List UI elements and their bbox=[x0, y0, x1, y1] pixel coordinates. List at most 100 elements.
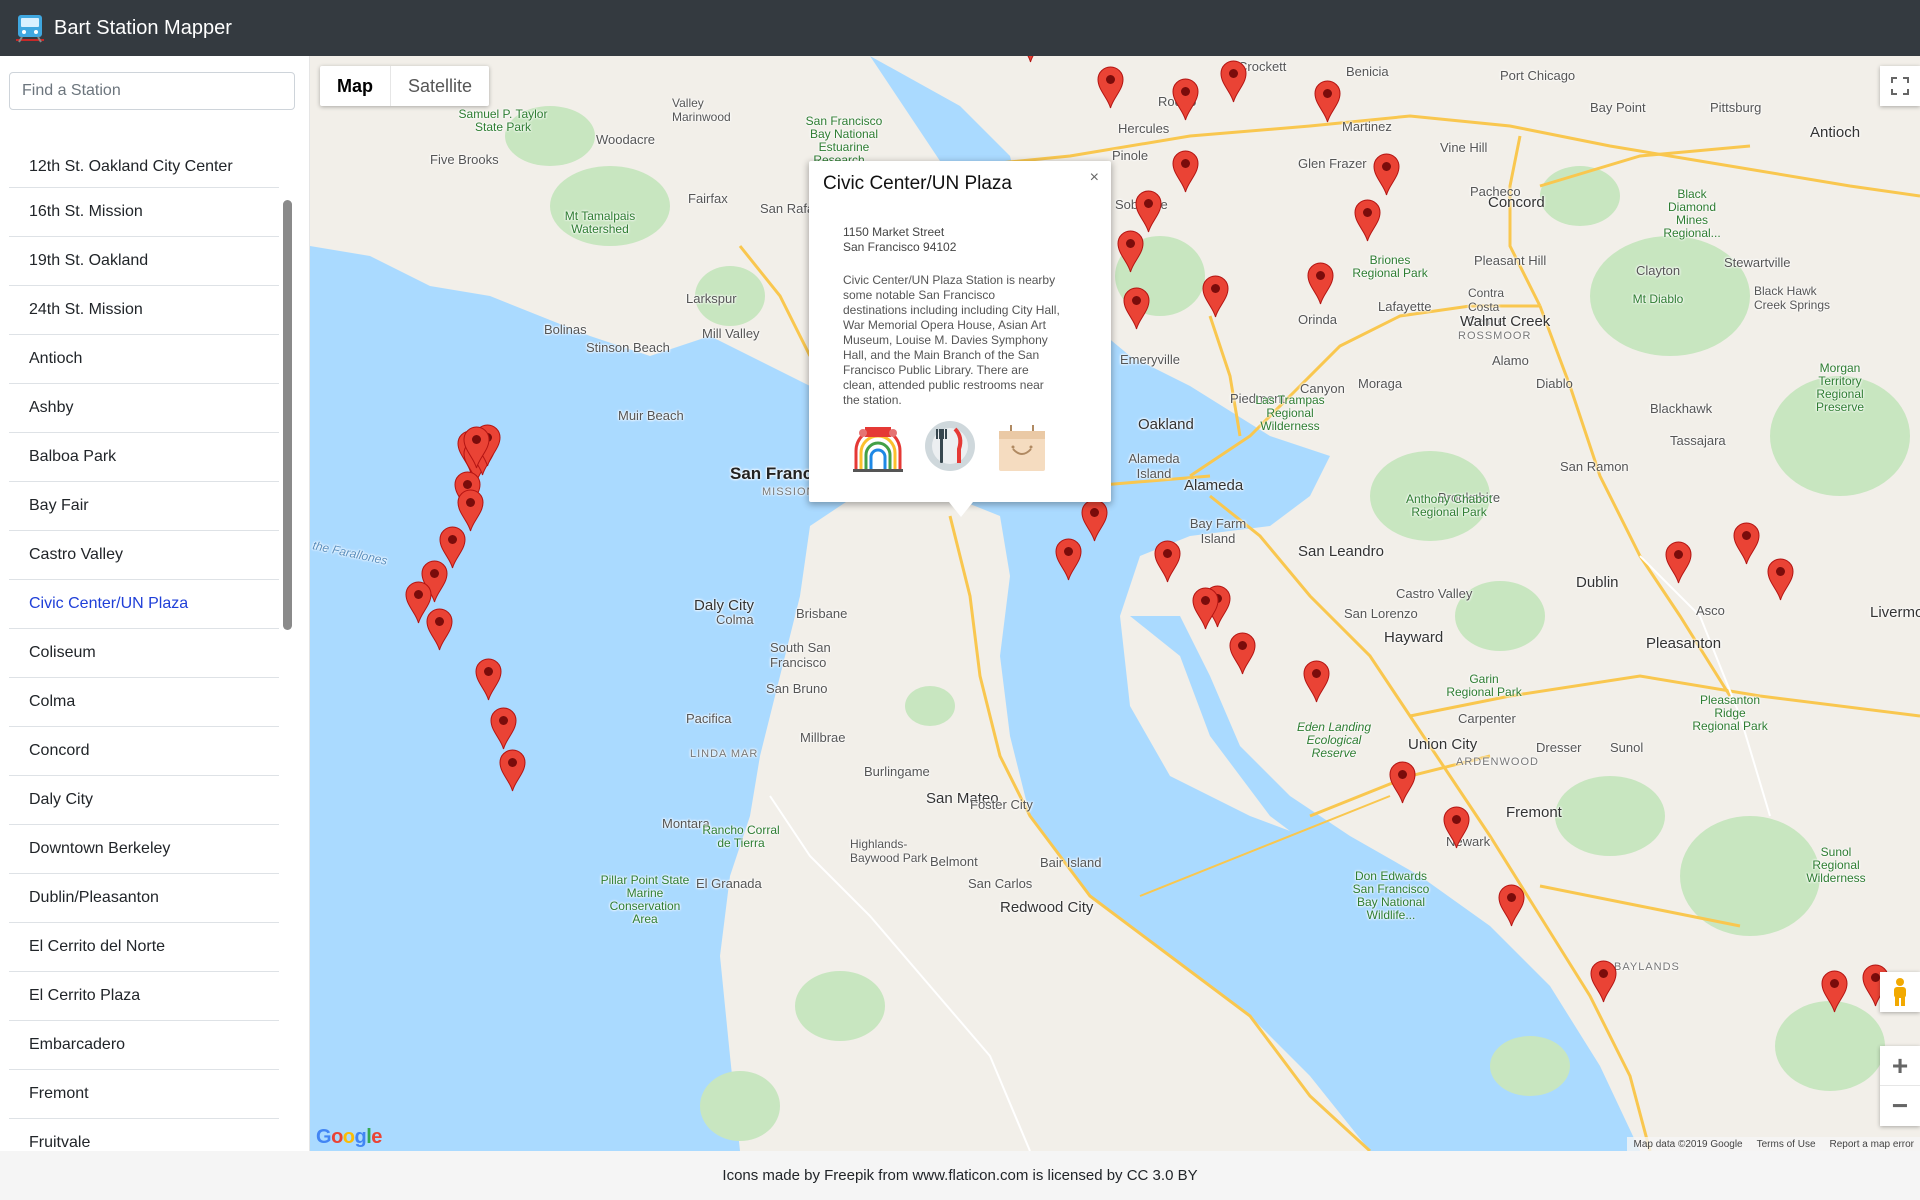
map-data-credit: Map data ©2019 Google bbox=[1633, 1138, 1743, 1150]
station-marker[interactable] bbox=[1767, 558, 1794, 601]
zoom-in-button[interactable]: + bbox=[1880, 1046, 1920, 1086]
station-item-fremont[interactable]: Fremont bbox=[9, 1070, 279, 1119]
station-marker[interactable] bbox=[1220, 60, 1247, 103]
map-label-moraga: Moraga bbox=[1358, 376, 1403, 391]
station-item-fruitvale[interactable]: Fruitvale bbox=[9, 1119, 279, 1151]
map-label-bay-point: Bay Point bbox=[1590, 100, 1646, 115]
station-marker[interactable] bbox=[426, 608, 453, 651]
station-item-colma[interactable]: Colma bbox=[9, 678, 279, 727]
station-marker[interactable] bbox=[1172, 78, 1199, 121]
map-label-ardenwood: ARDENWOOD bbox=[1456, 756, 1539, 768]
map-label-blackhawk: Blackhawk bbox=[1650, 401, 1713, 416]
map-label-rancho-corral: Rancho Corral de Tierra bbox=[702, 823, 780, 850]
info-window-close-button[interactable]: × bbox=[1090, 169, 1099, 187]
station-marker[interactable] bbox=[1081, 499, 1108, 542]
sidebar-scrollbar[interactable] bbox=[280, 196, 294, 1151]
map-type-satellite-button[interactable]: Satellite bbox=[391, 66, 489, 106]
map-label-orinda: Orinda bbox=[1298, 312, 1338, 327]
station-item-balboa-park[interactable]: Balboa Park bbox=[9, 433, 279, 482]
station-marker[interactable] bbox=[1307, 262, 1334, 305]
map-pin-icon bbox=[426, 608, 453, 651]
station-marker[interactable] bbox=[499, 749, 526, 792]
station-marker[interactable] bbox=[1192, 587, 1219, 630]
map-label-mt-tam-watershed: Mt Tamalpais Watershed bbox=[564, 209, 636, 236]
station-marker[interactable] bbox=[1498, 884, 1525, 927]
street-view-pegman-button[interactable] bbox=[1880, 972, 1920, 1012]
station-item-16th-st-mission[interactable]: 16th St. Mission bbox=[9, 188, 279, 237]
station-marker[interactable] bbox=[1389, 761, 1416, 804]
station-marker[interactable] bbox=[1590, 960, 1617, 1003]
map-pin-icon bbox=[1665, 541, 1692, 584]
fullscreen-button[interactable] bbox=[1880, 66, 1920, 106]
map-type-map-button[interactable]: Map bbox=[320, 66, 391, 106]
station-marker[interactable] bbox=[463, 426, 490, 469]
map-pin-icon bbox=[1767, 558, 1794, 601]
station-item-concord[interactable]: Concord bbox=[9, 727, 279, 776]
map-label-bair-island: Bair Island bbox=[1040, 855, 1102, 870]
station-item-embarcadero[interactable]: Embarcadero bbox=[9, 1021, 279, 1070]
map-label-valley-marinwood: Valley Marinwood bbox=[672, 96, 731, 124]
zoom-out-button[interactable]: − bbox=[1880, 1086, 1920, 1126]
map-label-pacifica: Pacifica bbox=[686, 711, 732, 726]
station-marker[interactable] bbox=[1123, 287, 1150, 330]
station-marker[interactable] bbox=[1017, 56, 1044, 63]
map-label-el-granada: El Granada bbox=[696, 876, 762, 891]
station-marker[interactable] bbox=[1354, 199, 1381, 242]
zoom-control: + − bbox=[1880, 1046, 1920, 1126]
station-marker[interactable] bbox=[1373, 153, 1400, 196]
station-item-dublin-pleasanton[interactable]: Dublin/Pleasanton bbox=[9, 874, 279, 923]
station-item-ashby[interactable]: Ashby bbox=[9, 384, 279, 433]
map-canvas[interactable]: Crockett Benicia Port Chicago Rodeo Bay … bbox=[310, 56, 1920, 1151]
map-label-livermore: Livermore bbox=[1870, 604, 1920, 621]
station-item-bay-fair[interactable]: Bay Fair bbox=[9, 482, 279, 531]
station-item-24th-st-mission[interactable]: 24th St. Mission bbox=[9, 286, 279, 335]
map-label-sunol-town: Sunol bbox=[1610, 740, 1644, 755]
station-marker[interactable] bbox=[1117, 230, 1144, 273]
station-marker[interactable] bbox=[1135, 190, 1162, 233]
station-marker[interactable] bbox=[1172, 150, 1199, 193]
station-marker[interactable] bbox=[1314, 80, 1341, 123]
map-pin-icon bbox=[1498, 884, 1525, 927]
map-label-pleasanton: Pleasanton bbox=[1646, 635, 1722, 652]
station-search-input[interactable] bbox=[9, 72, 295, 110]
station-marker[interactable] bbox=[1097, 66, 1124, 109]
station-marker[interactable] bbox=[490, 707, 517, 750]
station-marker[interactable] bbox=[1055, 538, 1082, 581]
map-label-emeryville: Emeryville bbox=[1120, 352, 1180, 367]
station-marker[interactable] bbox=[1665, 541, 1692, 584]
station-marker[interactable] bbox=[475, 658, 502, 701]
map-label-baylands: BAYLANDS bbox=[1614, 961, 1680, 973]
station-item-castro-valley[interactable]: Castro Valley bbox=[9, 531, 279, 580]
map-label-tassajara: Tassajara bbox=[1670, 433, 1726, 448]
station-item-downtown-berkeley[interactable]: Downtown Berkeley bbox=[9, 825, 279, 874]
station-item-el-cerrito-del-norte[interactable]: El Cerrito del Norte bbox=[9, 923, 279, 972]
report-map-error-link[interactable]: Report a map error bbox=[1830, 1139, 1914, 1150]
info-window-title: Civic Center/UN Plaza bbox=[823, 173, 1012, 194]
map-label-pinole: Pinole bbox=[1112, 148, 1149, 163]
station-item-antioch[interactable]: Antioch bbox=[9, 335, 279, 384]
map-label-pleasant-hill: Pleasant Hill bbox=[1474, 253, 1547, 268]
station-item-civic-center[interactable]: Civic Center/UN Plaza bbox=[9, 580, 279, 629]
fullscreen-icon bbox=[1891, 77, 1909, 95]
station-info-window: Civic Center/UN Plaza × 1150 Market Stre… bbox=[809, 161, 1111, 517]
station-item-12th-st-oakland[interactable]: 12th St. Oakland City Center bbox=[9, 146, 279, 188]
station-marker[interactable] bbox=[1443, 806, 1470, 849]
station-marker[interactable] bbox=[1154, 540, 1181, 583]
map-label-benicia: Benicia bbox=[1346, 64, 1389, 79]
station-marker[interactable] bbox=[1202, 275, 1229, 318]
map-label-alameda: Alameda bbox=[1184, 477, 1244, 494]
map-label-rossmoor: ROSSMOOR bbox=[1458, 330, 1532, 342]
station-item-el-cerrito-plaza[interactable]: El Cerrito Plaza bbox=[9, 972, 279, 1021]
station-marker[interactable] bbox=[1733, 522, 1760, 565]
station-item-coliseum[interactable]: Coliseum bbox=[9, 629, 279, 678]
sidebar-scrollbar-thumb[interactable] bbox=[283, 200, 292, 630]
station-item-19th-st-oakland[interactable]: 19th St. Oakland bbox=[9, 237, 279, 286]
station-marker[interactable] bbox=[1303, 660, 1330, 703]
station-address: 1150 Market Street San Francisco 94102 bbox=[843, 225, 956, 255]
terms-of-use-link[interactable]: Terms of Use bbox=[1757, 1139, 1816, 1150]
station-marker[interactable] bbox=[1821, 970, 1848, 1013]
station-marker[interactable] bbox=[1229, 632, 1256, 675]
map-label-san-carlos: San Carlos bbox=[968, 876, 1033, 891]
station-item-daly-city[interactable]: Daly City bbox=[9, 776, 279, 825]
map-label-woodacre: Woodacre bbox=[596, 132, 656, 147]
